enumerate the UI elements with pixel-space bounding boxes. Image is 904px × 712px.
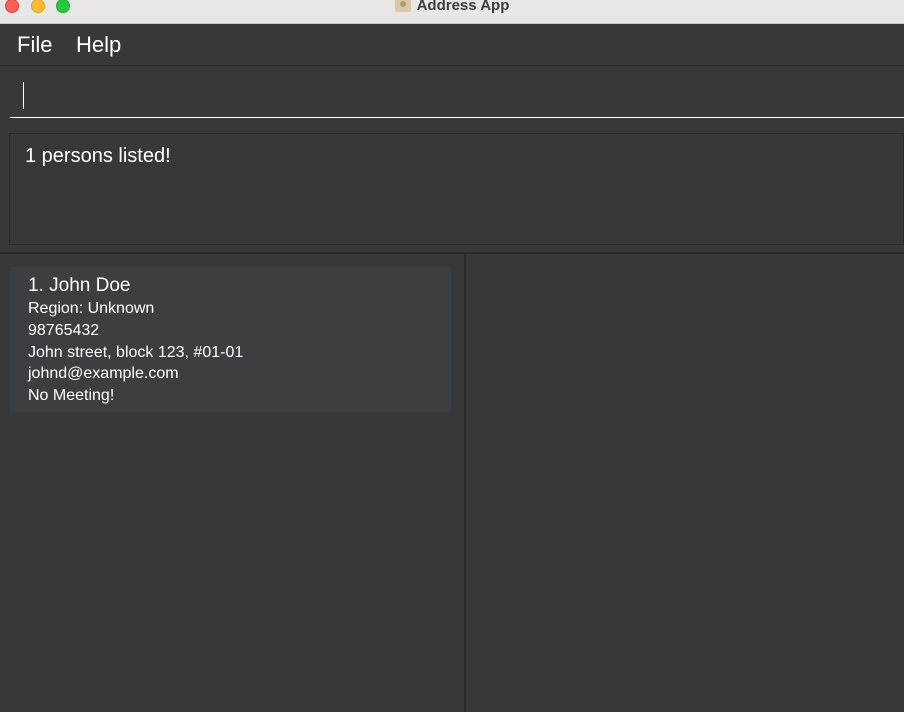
- menu-help[interactable]: Help: [76, 32, 121, 58]
- person-email: johnd@example.com: [28, 365, 179, 382]
- command-input[interactable]: [10, 76, 904, 118]
- app-window: Address App File Help 1 persons listed! …: [0, 0, 904, 712]
- menu-bar: File Help: [0, 24, 904, 66]
- person-region: Region: Unknown: [28, 300, 155, 317]
- detail-panel: [466, 254, 904, 712]
- person-card[interactable]: 1. John Doe Region: Unknown 98765432 Joh…: [10, 267, 451, 412]
- command-box: [0, 66, 904, 128]
- contacts-app-icon: [394, 0, 411, 13]
- person-name: 1. John Doe: [28, 275, 131, 296]
- title-bar[interactable]: Address App: [0, 0, 904, 24]
- menu-file[interactable]: File: [17, 32, 52, 58]
- person-phone: 98765432: [28, 322, 100, 339]
- person-list-panel: 1. John Doe Region: Unknown 98765432 Joh…: [0, 254, 464, 712]
- person-address: John street, block 123, #01-01: [28, 344, 244, 361]
- result-message: 1 persons listed!: [25, 145, 171, 167]
- person-meeting: No Meeting!: [28, 387, 115, 404]
- window-title: Address App: [416, 0, 510, 14]
- window-title-group: Address App: [0, 0, 904, 14]
- result-display: 1 persons listed!: [9, 133, 904, 245]
- text-caret: [23, 82, 24, 109]
